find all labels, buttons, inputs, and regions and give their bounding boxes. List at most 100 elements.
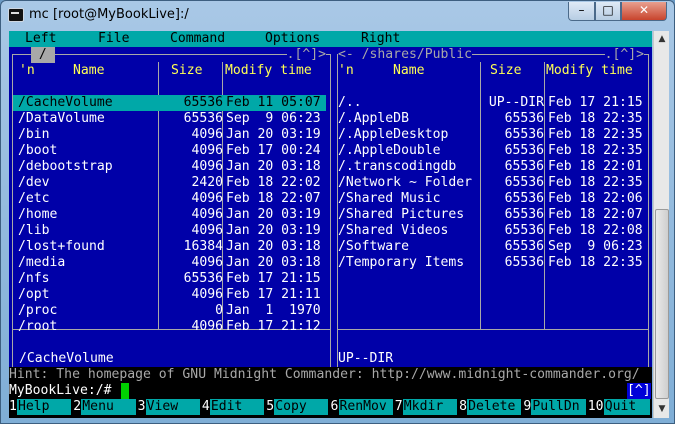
column-header-size[interactable]: Size — [171, 63, 203, 79]
file-entry[interactable]: /.. UP--DIR Feb 17 21:15 — [338, 95, 645, 111]
file-entry[interactable]: /boot 4096 Feb 17 00:24 — [13, 143, 326, 159]
fkey-number: 9 — [523, 399, 532, 414]
fkey-copy[interactable]: 5 Copy — [266, 399, 330, 415]
file-entry[interactable]: /opt 4096 Feb 17 21:11 — [13, 287, 326, 303]
file-name: /.. — [338, 95, 362, 110]
file-name: /lost+found — [18, 239, 105, 254]
file-entry[interactable]: /.AppleDesktop 65536 Feb 18 22:35 — [338, 127, 645, 143]
column-header-n: 'n — [338, 63, 354, 78]
column-header-mtime[interactable]: Modify time — [225, 63, 312, 79]
file-entry[interactable]: /debootstrap 4096 Jan 20 03:18 — [13, 159, 326, 175]
file-mtime: Feb 17 00:24 — [226, 143, 321, 158]
file-mtime: Feb 18 22:35 — [548, 175, 643, 190]
file-mtime: Feb 11 05:07 — [226, 95, 321, 110]
fkey-label: View — [145, 399, 200, 415]
fkey-number: 5 — [266, 399, 275, 414]
file-entry[interactable]: /.AppleDB 65536 Feb 18 22:35 — [338, 111, 645, 127]
menu-file[interactable]: File — [98, 31, 130, 47]
file-size: 4096 — [191, 255, 223, 270]
file-entry[interactable]: /nfs 65536 Feb 17 21:15 — [13, 271, 326, 287]
file-mtime: Feb 17 21:12 — [226, 319, 321, 334]
file-name: /Shared Videos — [338, 223, 449, 238]
file-entry[interactable]: /CacheVolume 65536 Feb 11 05:07 — [13, 95, 326, 111]
file-entry[interactable]: /etc 4096 Feb 18 22:07 — [13, 191, 326, 207]
file-name: /CacheVolume — [18, 95, 113, 110]
file-mtime: Jan 20 03:18 — [226, 239, 321, 254]
fkey-number: 1 — [9, 399, 17, 414]
file-mtime: Jan 20 03:18 — [226, 159, 321, 174]
file-name: /.transcodingdb — [338, 159, 457, 174]
file-entry[interactable]: /.AppleDouble 65536 Feb 18 22:35 — [338, 143, 645, 159]
file-size: 65536 — [183, 95, 223, 110]
menu-options[interactable]: Options — [265, 31, 320, 47]
command-line[interactable]: MyBookLive:/# — [9, 383, 652, 399]
file-entry[interactable]: /media 4096 Jan 20 03:18 — [13, 255, 326, 271]
fkey-label: Copy — [274, 399, 329, 415]
fkey-quit[interactable]: 10 Quit — [588, 399, 652, 415]
file-entry[interactable]: /DataVolume 65536 Sep 9 06:23 — [13, 111, 326, 127]
fkey-mkdir[interactable]: 7 Mkdir — [395, 399, 459, 415]
scroll-thumb[interactable] — [655, 209, 669, 399]
fkey-renmov[interactable]: 6 RenMov — [331, 399, 395, 415]
file-entry[interactable]: /Shared Pictures 65536 Feb 18 22:07 — [338, 207, 645, 223]
file-mtime: Feb 18 22:35 — [548, 143, 643, 158]
fkey-number: 4 — [201, 399, 210, 414]
file-size: 65536 — [504, 175, 544, 190]
file-entry[interactable]: /lost+found 16384 Jan 20 03:18 — [13, 239, 326, 255]
file-mtime: Feb 18 22:06 — [548, 191, 643, 206]
column-header-mtime[interactable]: Modify time — [546, 63, 633, 79]
file-entry[interactable]: /lib 4096 Jan 20 03:19 — [13, 223, 326, 239]
file-entry[interactable]: /root 4096 Feb 17 21:12 — [13, 319, 326, 335]
column-header-name[interactable]: Name — [73, 63, 105, 79]
close-button[interactable]: ✕ — [621, 2, 667, 21]
file-entry[interactable]: /Temporary Items 65536 Feb 18 22:35 — [338, 255, 645, 271]
column-header-size[interactable]: Size — [490, 63, 522, 79]
column-header-name[interactable]: Name — [393, 63, 425, 79]
file-entry[interactable]: /Shared Videos 65536 Feb 18 22:08 — [338, 223, 645, 239]
scroll-up-arrow-icon[interactable]: ▲ — [654, 31, 670, 48]
mini-status: /CacheVolume — [19, 351, 114, 366]
file-entry[interactable]: /home 4096 Jan 20 03:19 — [13, 207, 326, 223]
panel-corner-controls[interactable]: .[^]> — [286, 47, 326, 63]
file-mtime: Feb 18 22:35 — [548, 127, 643, 142]
file-name: /Network ~ Folder — [338, 175, 473, 190]
fkey-view[interactable]: 3 View — [138, 399, 202, 415]
menu-left[interactable]: Left — [25, 31, 57, 47]
fkey-number: 7 — [394, 399, 403, 414]
title-bar[interactable]: mc [root@MyBookLive]:/ – □ ✕ — [1, 1, 674, 29]
file-size: 65536 — [183, 111, 223, 126]
fkey-pulldn[interactable]: 9 PullDn — [523, 399, 587, 415]
terminal-screen[interactable]: Left File Command Options Right / .[^]> … — [9, 31, 652, 418]
panel-divider — [337, 329, 649, 330]
file-size: 65536 — [504, 159, 544, 174]
fkey-label: Quit — [603, 399, 650, 415]
history-button[interactable]: [^] — [627, 383, 651, 399]
file-name: /lib — [18, 223, 50, 238]
file-entry[interactable]: /bin 4096 Jan 20 03:19 — [13, 127, 326, 143]
left-file-panel[interactable]: / .[^]> 'n Name Size Modify time /CacheV… — [9, 47, 334, 383]
minimize-button[interactable]: – — [568, 2, 595, 21]
file-size: 65536 — [183, 271, 223, 286]
menu-command[interactable]: Command — [170, 31, 225, 47]
file-entry[interactable]: /Network ~ Folder 65536 Feb 18 22:35 — [338, 175, 645, 191]
file-entry[interactable]: /Software 65536 Sep 9 06:23 — [338, 239, 645, 255]
fkey-number: 3 — [137, 399, 146, 414]
scroll-down-arrow-icon[interactable]: ▼ — [654, 401, 670, 418]
fkey-help[interactable]: 1 Help — [9, 399, 73, 415]
vertical-scrollbar[interactable]: ▲ ▼ — [653, 31, 669, 418]
right-file-panel[interactable]: <- /shares/Public .[^]> 'n Name Size Mod… — [334, 47, 652, 383]
file-entry[interactable]: /proc 0 Jan 1 1970 — [13, 303, 326, 319]
fkey-edit[interactable]: 4 Edit — [202, 399, 266, 415]
hint-line: Hint: The homepage of GNU Midnight Comma… — [9, 367, 652, 383]
panel-corner-controls[interactable]: .[^]> — [604, 47, 644, 63]
fkey-label: Help — [17, 399, 72, 415]
file-name: /debootstrap — [18, 159, 113, 174]
fkey-menu[interactable]: 2 Menu — [73, 399, 137, 415]
file-entry[interactable]: /dev 2420 Feb 18 22:02 — [13, 175, 326, 191]
fkey-delete[interactable]: 8 Delete — [459, 399, 523, 415]
maximize-button[interactable]: □ — [595, 2, 621, 21]
file-entry[interactable]: /.transcodingdb 65536 Feb 18 22:01 — [338, 159, 645, 175]
window-title: mc [root@MyBookLive]:/ — [29, 7, 189, 22]
menu-right[interactable]: Right — [361, 31, 400, 47]
file-entry[interactable]: /Shared Music 65536 Feb 18 22:06 — [338, 191, 645, 207]
